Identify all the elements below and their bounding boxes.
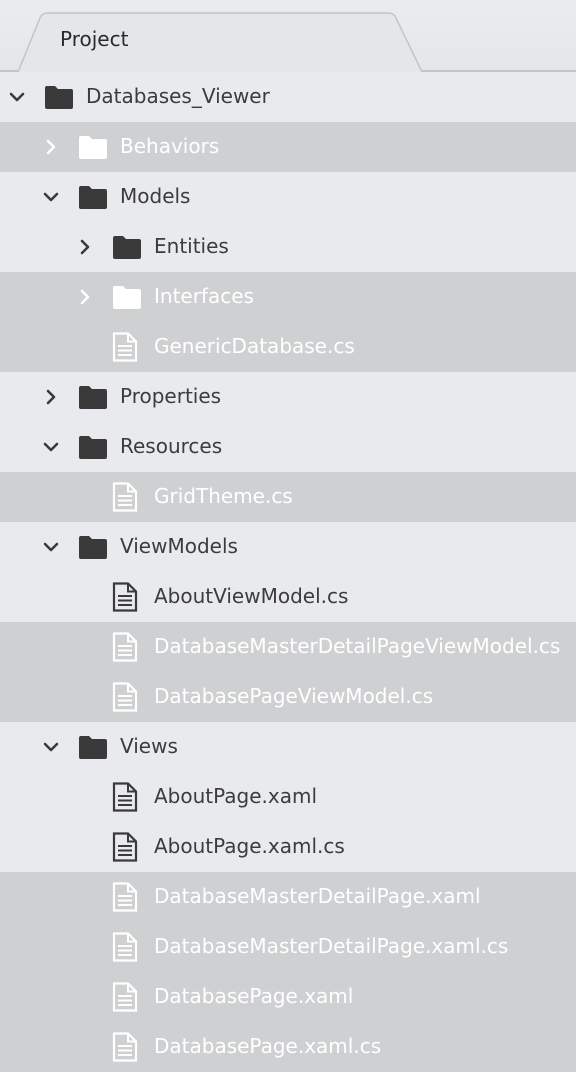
tree-folder-row[interactable]: Properties — [0, 372, 576, 422]
tree-item-label: AboutViewModel.cs — [154, 584, 349, 608]
tree-file-row[interactable]: AboutViewModel.cs — [0, 572, 576, 622]
tree-item-label: GridTheme.cs — [154, 484, 293, 508]
tree-folder-row[interactable]: ViewModels — [0, 522, 576, 572]
tab-project[interactable]: Project — [18, 12, 423, 72]
tree-item-label: GenericDatabase.cs — [154, 334, 355, 358]
tree-item-label: DatabaseMasterDetailPage.xaml — [154, 884, 481, 908]
tree-item-label: Resources — [120, 434, 223, 458]
tab-label: Project — [60, 27, 129, 51]
chevron-down-icon[interactable] — [42, 187, 60, 205]
chevron-right-icon[interactable] — [42, 387, 60, 405]
tree-item-label: Behaviors — [120, 134, 220, 158]
file-icon — [112, 632, 138, 667]
tree-file-row[interactable]: AboutPage.xaml — [0, 772, 576, 822]
folder-icon — [78, 134, 108, 165]
chevron-right-icon[interactable] — [42, 137, 60, 155]
tree-item-label: AboutPage.xaml — [154, 784, 318, 808]
tree-folder-row[interactable]: Behaviors — [0, 122, 576, 172]
tree-item-label: Models — [120, 184, 191, 208]
tree-item-label: Interfaces — [154, 284, 254, 308]
tree-file-row[interactable]: DatabasePageViewModel.cs — [0, 672, 576, 722]
chevron-right-icon[interactable] — [76, 237, 94, 255]
file-icon — [112, 682, 138, 717]
file-icon — [112, 332, 138, 367]
folder-icon — [78, 434, 108, 465]
file-icon — [112, 482, 138, 517]
tree-folder-row[interactable]: Resources — [0, 422, 576, 472]
folder-icon — [78, 534, 108, 565]
file-icon — [112, 782, 138, 817]
folder-icon — [78, 184, 108, 215]
file-icon — [112, 832, 138, 867]
chevron-right-icon[interactable] — [76, 287, 94, 305]
file-icon — [112, 882, 138, 917]
chevron-down-icon[interactable] — [42, 537, 60, 555]
tree-file-row[interactable]: DatabasePage.xaml.cs — [0, 1022, 576, 1072]
chevron-down-icon[interactable] — [42, 737, 60, 755]
tree-item-label: AboutPage.xaml.cs — [154, 834, 345, 858]
file-icon — [112, 582, 138, 617]
tree-folder-row[interactable]: Entities — [0, 222, 576, 272]
tree-item-label: Databases_Viewer — [86, 84, 270, 108]
folder-icon — [78, 384, 108, 415]
folder-icon — [78, 734, 108, 765]
tree-file-row[interactable]: DatabaseMasterDetailPage.xaml — [0, 872, 576, 922]
tree-file-row[interactable]: AboutPage.xaml.cs — [0, 822, 576, 872]
tree-file-row[interactable]: DatabaseMasterDetailPageViewModel.cs — [0, 622, 576, 672]
chevron-down-icon[interactable] — [8, 87, 26, 105]
tree-file-row[interactable]: DatabaseMasterDetailPage.xaml.cs — [0, 922, 576, 972]
tree-item-label: DatabaseMasterDetailPageViewModel.cs — [154, 634, 561, 658]
tree-folder-row[interactable]: Interfaces — [0, 272, 576, 322]
file-icon — [112, 1032, 138, 1067]
folder-icon — [112, 234, 142, 265]
file-icon — [112, 932, 138, 967]
tree-item-label: DatabasePageViewModel.cs — [154, 684, 434, 708]
tree-item-label: Views — [120, 734, 178, 758]
tree-file-row[interactable]: DatabasePage.xaml — [0, 972, 576, 1022]
tree-item-label: DatabaseMasterDetailPage.xaml.cs — [154, 934, 509, 958]
tree-file-row[interactable]: GenericDatabase.cs — [0, 322, 576, 372]
tree-item-label: DatabasePage.xaml — [154, 984, 354, 1008]
folder-icon — [44, 84, 74, 115]
file-icon — [112, 982, 138, 1017]
tab-bar: Project — [0, 0, 576, 72]
tree-item-label: Entities — [154, 234, 229, 258]
chevron-down-icon[interactable] — [42, 437, 60, 455]
tree-folder-row[interactable]: Databases_Viewer — [0, 72, 576, 122]
tree-item-label: Properties — [120, 384, 222, 408]
tree-folder-row[interactable]: Models — [0, 172, 576, 222]
tree-item-label: ViewModels — [120, 534, 238, 558]
folder-icon — [112, 284, 142, 315]
tree-item-label: DatabasePage.xaml.cs — [154, 1034, 382, 1058]
tree-folder-row[interactable]: Views — [0, 722, 576, 772]
project-tree: Databases_Viewer Behaviors Models Entities I… — [0, 72, 576, 1072]
tree-file-row[interactable]: GridTheme.cs — [0, 472, 576, 522]
